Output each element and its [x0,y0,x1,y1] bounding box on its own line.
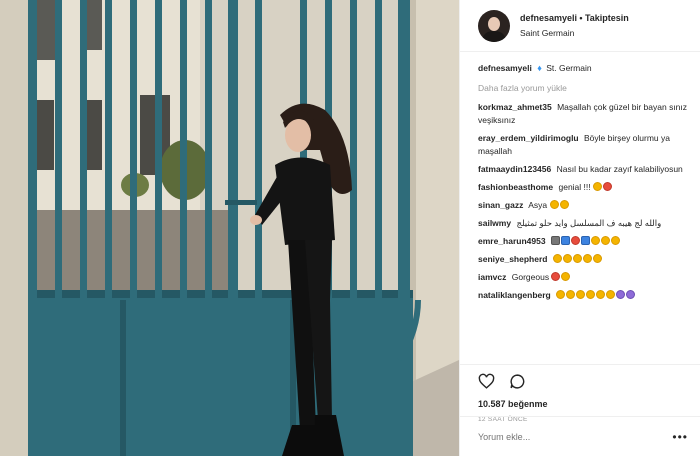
list-item: iamvcz Gorgeous [478,271,688,284]
emoji-icon [562,254,572,263]
add-comment-bar: ••• [460,416,700,456]
emoji-icon [566,290,576,299]
emoji-icon [610,236,620,245]
emoji-icon [549,200,559,209]
list-item: fashionbeasthome genial !!! [478,181,688,194]
emoji-icon [572,254,582,263]
emoji-icon [560,236,570,245]
emoji-icon [570,236,580,245]
emoji-icon [592,254,602,263]
comment-username[interactable]: emre_harun4953 [478,236,546,246]
comment-text: Asya [528,200,548,210]
comment-username[interactable]: fashionbeasthome [478,182,553,192]
heart-icon[interactable] [478,373,495,392]
comment-username[interactable]: iamvcz [478,272,506,282]
post-side-panel: defnesamyeli • Takiptesin Saint Germain … [459,0,700,456]
emoji-icon [586,290,596,299]
header-text: defnesamyeli • Takiptesin Saint Germain [520,11,629,41]
header-username[interactable]: defnesamyeli [520,13,577,23]
comment-username[interactable]: nataliklangenberg [478,290,551,300]
comment-text: Nasıl bu kadar zayıf kalabiliyosun [556,164,683,174]
list-item: eray_erdem_yildirimoglu Böyle birşey olu… [478,132,688,158]
comment-username[interactable]: seniye_shepherd [478,254,547,264]
caption: defnesamyeli ♦ St. Germain [478,62,688,75]
instagram-post: defnesamyeli • Takiptesin Saint Germain … [0,0,700,456]
comment-username[interactable]: sailwmy [478,218,511,228]
emoji-icon [561,272,571,281]
emoji-icon [559,200,569,209]
load-more-comments-link[interactable]: Daha fazla yorum yükle [478,83,688,93]
list-item: nataliklangenberg [478,289,688,302]
emoji-icon [590,236,600,245]
comment-icon[interactable] [509,373,526,392]
comment-text: genial !!! [558,182,591,192]
comment-username[interactable]: korkmaz_ahmet35 [478,102,552,112]
post-photo[interactable] [0,0,459,456]
emoji-icon [616,290,626,299]
comment-username[interactable]: fatmaaydin123456 [478,164,551,174]
emoji-icon [580,236,590,245]
photo-illustration [0,0,459,456]
emoji-icon [552,254,562,263]
emoji-icon [576,290,586,299]
list-item: sinan_gazz Asya [478,199,688,212]
emoji-icon [626,290,636,299]
header-separator: • [579,12,583,23]
caption-text: St. Germain [546,63,592,73]
likes-count[interactable]: 10.587 beğenme [478,399,686,409]
list-item: emre_harun4953 [478,235,688,248]
diamond-icon: ♦ [537,63,542,73]
comment-username[interactable]: sinan_gazz [478,200,523,210]
list-item: korkmaz_ahmet35 Maşallah çok güzel bir b… [478,101,688,127]
comment-text: والله لج هيبه ف المسلسل وايد حلو تمثيلج [516,218,662,228]
comment-input[interactable] [478,431,668,442]
emoji-icon [600,236,610,245]
following-button[interactable]: Takiptesin [585,13,629,23]
emoji-icon [551,272,561,281]
comment-list[interactable]: defnesamyeli ♦ St. Germain Daha fazla yo… [460,52,700,364]
list-item: fatmaaydin123456 Nasıl bu kadar zayıf ka… [478,163,688,176]
emoji-icon [550,236,560,245]
list-item: seniye_shepherd [478,253,688,266]
action-icons [478,371,686,393]
emoji-icon [606,290,616,299]
emoji-icon [556,290,566,299]
header-location[interactable]: Saint Germain [520,26,629,41]
post-header: defnesamyeli • Takiptesin Saint Germain [460,0,700,52]
comment-username[interactable]: eray_erdem_yildirimoglu [478,133,579,143]
more-options-icon[interactable]: ••• [672,430,688,444]
avatar[interactable] [478,9,510,42]
caption-username[interactable]: defnesamyeli [478,63,532,73]
comment-text: Gorgeous [511,272,550,282]
list-item: sailwmy والله لج هيبه ف المسلسل وايد حلو… [478,217,688,230]
emoji-icon [596,290,606,299]
emoji-icon [582,254,592,263]
emoji-icon [603,182,612,191]
emoji-icon [593,182,602,191]
